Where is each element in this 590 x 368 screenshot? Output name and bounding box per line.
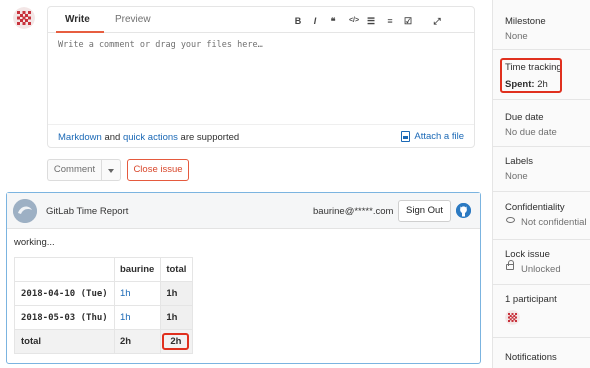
table-header-row: baurine total bbox=[14, 257, 194, 282]
grand-total-cell: 2h bbox=[160, 329, 194, 354]
quote-icon[interactable]: ❝ bbox=[327, 15, 339, 27]
labels-title: Labels bbox=[505, 156, 533, 167]
participants-title: 1 participant bbox=[505, 294, 557, 305]
participant-avatar[interactable] bbox=[505, 310, 520, 325]
time-report-table: baurine total 2018-04-10 (Tue) 1h 1h 201… bbox=[14, 257, 194, 354]
total-label: total bbox=[14, 329, 115, 354]
bullet-list-icon[interactable]: ☰ bbox=[365, 15, 377, 27]
labels-value: None bbox=[505, 171, 528, 182]
fullscreen-icon[interactable]: ⤢ bbox=[431, 15, 443, 27]
lock-issue-title: Lock issue bbox=[505, 249, 550, 260]
row-date: 2018-04-10 (Tue) bbox=[14, 281, 115, 306]
total-user-time: 2h bbox=[113, 329, 162, 354]
time-report-title: GitLab Time Report bbox=[46, 206, 129, 217]
table-row: 2018-04-10 (Tue) 1h 1h bbox=[14, 281, 194, 306]
italic-icon[interactable]: I bbox=[309, 15, 321, 27]
lock-issue-value: Unlocked bbox=[521, 264, 561, 275]
comment-composer: Write Preview B I ❝ </> ☰ ≡ ☑ ⤢ Write a … bbox=[47, 6, 475, 148]
table-header-date bbox=[14, 257, 115, 282]
row-date: 2018-05-03 (Thu) bbox=[14, 305, 115, 330]
milestone-title: Milestone bbox=[505, 16, 546, 27]
bold-icon[interactable]: B bbox=[292, 15, 304, 27]
tab-write[interactable]: Write bbox=[65, 14, 90, 25]
issue-sidebar: Milestone None Time tracking Spent: 2h D… bbox=[492, 0, 590, 368]
eye-icon bbox=[506, 217, 515, 223]
due-date-title: Due date bbox=[505, 112, 544, 123]
lock-icon bbox=[506, 260, 514, 270]
table-header-total: total bbox=[160, 257, 194, 282]
supported-text: are supported bbox=[177, 132, 240, 143]
confidentiality-value: Not confidential bbox=[521, 217, 587, 228]
quick-actions-link[interactable]: quick actions bbox=[123, 132, 178, 143]
time-report-header: GitLab Time Report baurine@*****.com Sig… bbox=[7, 193, 480, 229]
table-row: 2018-05-03 (Thu) 1h 1h bbox=[14, 305, 194, 330]
time-report-panel: GitLab Time Report baurine@*****.com Sig… bbox=[6, 192, 481, 364]
composer-tabs: Write Preview B I ❝ </> ☰ ≡ ☑ ⤢ bbox=[48, 7, 474, 33]
tab-preview[interactable]: Preview bbox=[115, 14, 151, 25]
task-list-icon[interactable]: ☑ bbox=[402, 15, 414, 27]
attach-file-button[interactable]: Attach a file bbox=[401, 131, 464, 142]
sidebar-due-date[interactable]: Due date No due date bbox=[493, 99, 590, 147]
table-total-row: total 2h 2h bbox=[14, 329, 194, 354]
numbered-list-icon[interactable]: ≡ bbox=[384, 15, 396, 27]
code-icon[interactable]: </> bbox=[346, 15, 362, 27]
milestone-value: None bbox=[505, 31, 528, 42]
comment-button[interactable]: Comment bbox=[47, 159, 101, 181]
markdown-note: Markdown and quick actions are supported bbox=[58, 132, 239, 143]
file-icon bbox=[401, 131, 411, 142]
time-tracking-highlight bbox=[500, 58, 562, 93]
attach-file-label: Attach a file bbox=[414, 131, 464, 142]
comment-dropdown-toggle[interactable] bbox=[101, 159, 121, 181]
user-email: baurine@*****.com bbox=[313, 206, 394, 217]
row-total-time: 1h bbox=[160, 281, 194, 306]
user-avatar bbox=[13, 7, 35, 29]
sign-out-button[interactable]: Sign Out bbox=[398, 200, 451, 222]
confidentiality-title: Confidentiality bbox=[505, 202, 565, 213]
notifications-title: Notifications bbox=[505, 352, 557, 363]
github-icon[interactable] bbox=[456, 203, 471, 218]
close-issue-button[interactable]: Close issue bbox=[127, 159, 189, 181]
composer-footer: Markdown and quick actions are supported… bbox=[48, 124, 474, 148]
table-header-user: baurine bbox=[113, 257, 162, 282]
comment-textarea[interactable]: Write a comment or drag your files here… bbox=[58, 40, 263, 50]
sidebar-confidentiality[interactable]: Confidentiality Not confidential bbox=[493, 192, 590, 240]
sidebar-milestone[interactable]: Milestone None bbox=[493, 0, 590, 50]
sidebar-labels[interactable]: Labels None bbox=[493, 147, 590, 192]
time-report-logo-icon bbox=[13, 199, 37, 223]
sidebar-notifications[interactable]: Notifications bbox=[493, 338, 590, 368]
status-text: working... bbox=[14, 237, 55, 248]
row-total-time: 1h bbox=[160, 305, 194, 330]
and-text: and bbox=[101, 132, 123, 143]
row-user-time: 1h bbox=[113, 281, 162, 306]
due-date-value: No due date bbox=[505, 127, 557, 138]
row-user-time: 1h bbox=[113, 305, 162, 330]
grand-total-highlight: 2h bbox=[162, 333, 190, 350]
active-tab-indicator bbox=[56, 31, 104, 33]
markdown-link[interactable]: Markdown bbox=[58, 132, 102, 143]
